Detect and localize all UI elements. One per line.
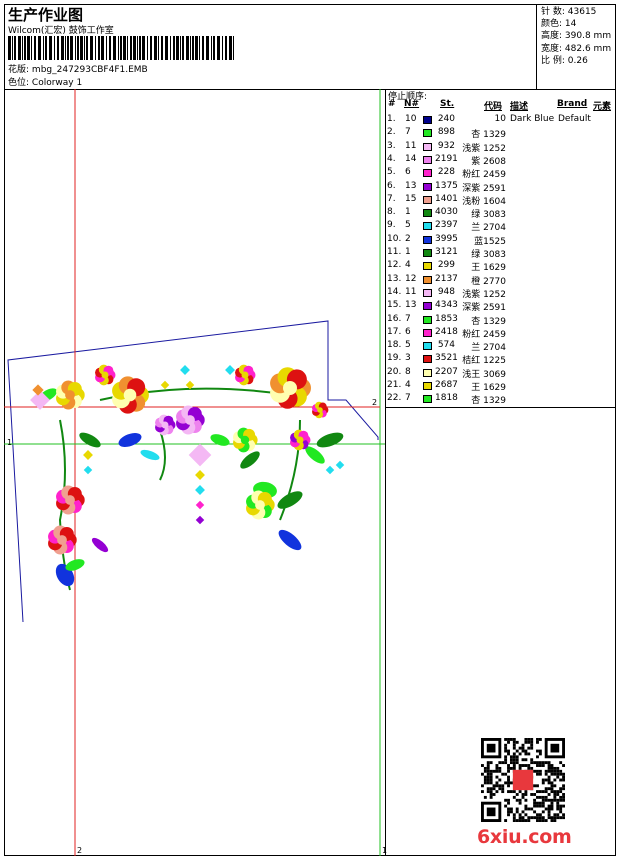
flower-motif <box>270 367 311 409</box>
diamond-motif <box>83 450 93 460</box>
leaf-motif <box>140 449 160 461</box>
flower-motif <box>233 427 258 453</box>
leaf-motif <box>210 434 230 446</box>
marker-label-1-bottom: 1 <box>382 846 388 855</box>
diamond-motif <box>195 515 205 525</box>
flower-motif <box>112 376 149 414</box>
diamond-motif <box>335 460 345 470</box>
flower-motif <box>290 429 311 451</box>
diamond-motif <box>325 465 335 475</box>
diamond-motif <box>83 465 93 475</box>
flower-motif <box>176 405 205 435</box>
flower-motif <box>56 485 85 515</box>
flower-motif <box>95 364 116 386</box>
diamond-motif <box>195 485 205 495</box>
marker-label-2-bottom: 2 <box>77 846 83 855</box>
leaf-motif <box>316 432 344 448</box>
diamond-motif <box>188 443 212 467</box>
qr-code <box>481 738 565 822</box>
flower-motif <box>312 401 329 419</box>
leaf-motif <box>118 433 142 447</box>
flower-motif <box>155 414 176 436</box>
watermark-text: 6xiu.com <box>477 826 572 848</box>
diamond-motif <box>195 470 205 480</box>
flower-motif <box>48 525 77 555</box>
diamond-motif <box>195 500 205 510</box>
flower-motif <box>235 364 256 386</box>
diamond-motif <box>160 380 170 390</box>
leaf-motif <box>91 537 109 553</box>
stem-motif <box>159 429 166 481</box>
embroidery-design-canvas <box>4 89 385 856</box>
marker-label-1-left: 1 <box>7 438 13 447</box>
marker-label-2-right: 2 <box>372 398 378 407</box>
embroidery-motifs <box>30 364 345 591</box>
flower-motif <box>246 490 275 520</box>
leaf-motif <box>79 432 101 448</box>
diamond-motif <box>180 365 190 375</box>
leaf-motif <box>278 529 302 551</box>
diamond-motif <box>225 365 235 375</box>
flower-motif <box>56 380 85 410</box>
